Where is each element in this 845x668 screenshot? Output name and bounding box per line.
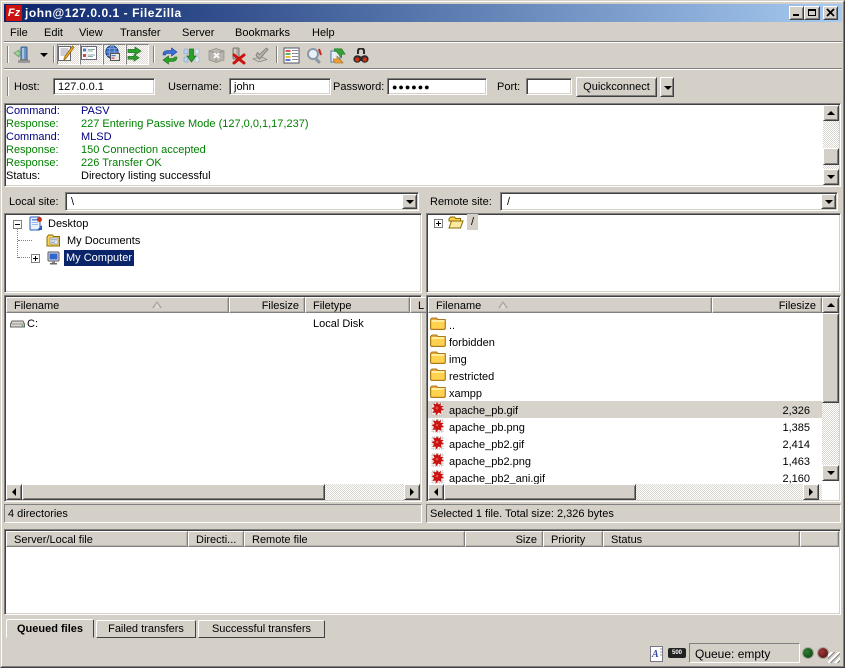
svg-text:A: A xyxy=(651,649,659,660)
